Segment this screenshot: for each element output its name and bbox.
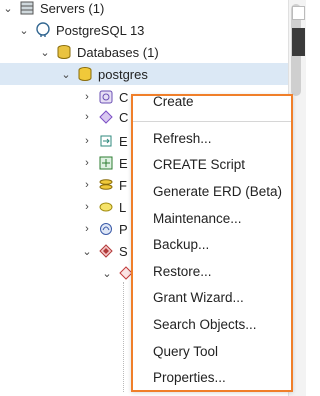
menu-item-create-script[interactable]: CREATE Script xyxy=(153,157,245,172)
extensions-icon xyxy=(98,155,114,171)
tree-node-catalogs[interactable]: › C xyxy=(81,106,128,128)
servers-icon xyxy=(19,0,35,16)
menu-separator xyxy=(133,121,291,122)
publications-icon xyxy=(98,221,114,237)
tree-label-child: S xyxy=(119,243,128,259)
schemas-icon xyxy=(98,243,114,259)
tree-node-extensions[interactable]: › E xyxy=(81,152,128,174)
catalogs-icon xyxy=(98,109,114,125)
tree-guide-line xyxy=(123,282,124,392)
menu-item-backup[interactable]: Backup... xyxy=(153,237,209,252)
chevron-down-icon[interactable]: ⌄ xyxy=(60,68,72,81)
side-panel-checkbox[interactable] xyxy=(292,6,305,20)
menu-item-refresh[interactable]: Refresh... xyxy=(153,131,212,146)
tree-node-server[interactable]: ⌄ PostgreSQL 13 xyxy=(18,19,288,41)
tree-node-event-triggers[interactable]: › E xyxy=(81,130,128,152)
tree-label-child: P xyxy=(119,221,128,237)
tree-label-child: E xyxy=(119,155,128,171)
tree-node-foreign-data-wrappers[interactable]: › F xyxy=(81,174,127,196)
tree-label-child: F xyxy=(119,177,127,193)
tree-node-publications[interactable]: › P xyxy=(81,218,128,240)
side-panel-dark-strip xyxy=(292,28,305,56)
chevron-right-icon[interactable]: › xyxy=(81,91,93,103)
menu-item-properties[interactable]: Properties... xyxy=(153,370,226,385)
databases-icon xyxy=(56,44,72,60)
chevron-right-icon[interactable]: › xyxy=(81,201,93,213)
chevron-down-icon[interactable]: ⌄ xyxy=(2,2,14,15)
chevron-down-icon[interactable]: ⌄ xyxy=(39,46,51,59)
tree-label-child: L xyxy=(119,199,127,215)
postgresql-elephant-icon xyxy=(35,22,51,38)
context-menu: Create Refresh... CREATE Script Generate… xyxy=(131,94,293,392)
menu-item-search-objects[interactable]: Search Objects... xyxy=(153,317,257,332)
chevron-right-icon[interactable]: › xyxy=(81,135,93,147)
tree-node-databases[interactable]: ⌄ Databases (1) xyxy=(39,41,288,63)
tree-node-schemas[interactable]: ⌄ S xyxy=(81,240,128,262)
chevron-right-icon[interactable]: › xyxy=(81,157,93,169)
menu-item-grant-wizard[interactable]: Grant Wizard... xyxy=(153,290,244,305)
menu-item-restore[interactable]: Restore... xyxy=(153,264,212,279)
chevron-down-icon[interactable]: ⌄ xyxy=(101,267,113,280)
tree-label-child: C xyxy=(119,109,129,125)
menu-item-generate-erd[interactable]: Generate ERD (Beta) xyxy=(153,184,282,199)
foreign-data-wrappers-icon xyxy=(98,177,114,193)
tree-node-casts[interactable]: › C xyxy=(81,86,128,108)
languages-icon xyxy=(98,199,114,215)
tree-node-servers[interactable]: ⌄ Servers (1) xyxy=(0,0,288,19)
database-icon xyxy=(77,66,93,82)
menu-item-maintenance[interactable]: Maintenance... xyxy=(153,211,242,226)
tree-label-child: E xyxy=(119,133,128,149)
menu-item-query-tool[interactable]: Query Tool xyxy=(153,344,218,359)
chevron-right-icon[interactable]: › xyxy=(81,223,93,235)
tree-label-database: postgres xyxy=(98,66,148,82)
casts-icon xyxy=(98,89,114,105)
chevron-down-icon[interactable]: ⌄ xyxy=(81,245,93,258)
tree-label-server: PostgreSQL 13 xyxy=(56,22,145,38)
tree-label-databases: Databases (1) xyxy=(77,44,159,60)
tree-node-languages[interactable]: › L xyxy=(81,196,126,218)
chevron-right-icon[interactable]: › xyxy=(81,111,93,123)
tree-node-database-postgres[interactable]: ⌄ postgres xyxy=(0,63,288,85)
event-triggers-icon xyxy=(98,133,114,149)
chevron-down-icon[interactable]: ⌄ xyxy=(18,24,30,37)
chevron-right-icon[interactable]: › xyxy=(81,179,93,191)
tree-label-servers: Servers (1) xyxy=(40,0,105,16)
tree-label-child: C xyxy=(119,89,129,105)
menu-item-create[interactable]: Create xyxy=(153,94,194,109)
